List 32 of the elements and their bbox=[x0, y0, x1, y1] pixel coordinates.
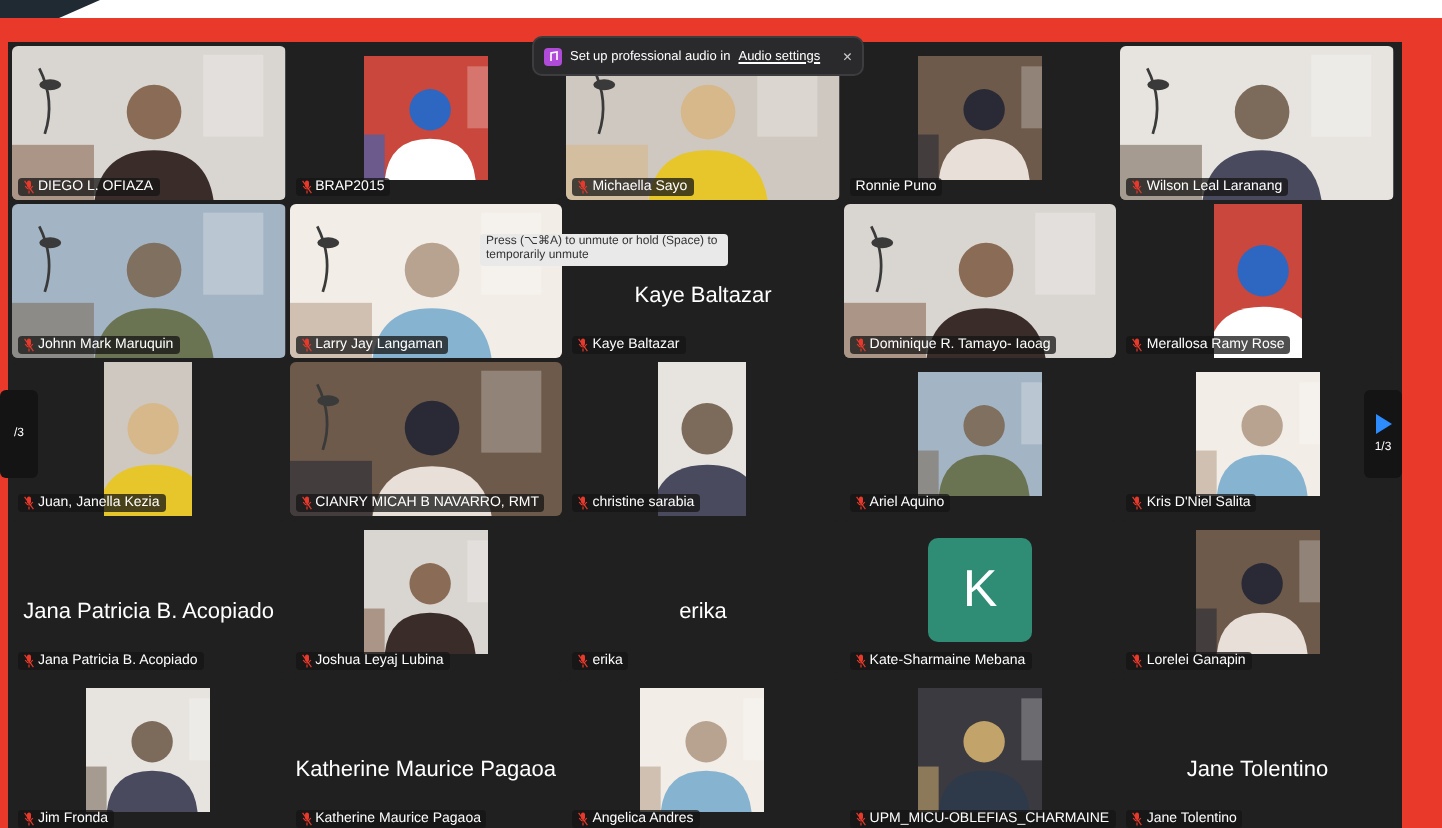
muted-mic-icon bbox=[578, 180, 589, 194]
avatar-initial: K bbox=[928, 537, 1033, 641]
muted-mic-icon bbox=[301, 338, 312, 352]
muted-mic-icon bbox=[24, 654, 34, 668]
muted-mic-icon bbox=[24, 496, 34, 510]
muted-mic-icon bbox=[24, 338, 34, 352]
muted-mic-icon bbox=[855, 338, 866, 352]
muted-mic-icon bbox=[1132, 496, 1143, 510]
participant-name: Jane Tolentino bbox=[1186, 757, 1329, 781]
muted-mic-icon bbox=[855, 812, 866, 826]
muted-mic-icon bbox=[301, 496, 312, 510]
participant-name: Katherine Maurice Pagaoa bbox=[295, 757, 557, 781]
next-arrow-icon bbox=[1375, 414, 1391, 434]
participant-name: Jana Patricia B. Acopiado bbox=[23, 599, 274, 623]
muted-mic-icon bbox=[301, 654, 312, 668]
muted-mic-icon bbox=[855, 496, 866, 510]
muted-mic-icon bbox=[1132, 338, 1143, 352]
muted-mic-icon bbox=[1132, 180, 1143, 194]
muted-mic-icon bbox=[578, 338, 589, 352]
muted-mic-icon bbox=[1132, 812, 1143, 826]
muted-mic-icon bbox=[301, 812, 312, 826]
participant-name: Kaye Baltazar bbox=[634, 283, 772, 307]
muted-mic-icon bbox=[855, 654, 866, 668]
muted-mic-icon bbox=[578, 496, 589, 510]
muted-mic-icon bbox=[301, 180, 312, 194]
muted-mic-icon bbox=[1132, 654, 1143, 668]
muted-mic-icon bbox=[24, 180, 34, 194]
muted-mic-icon bbox=[578, 654, 589, 668]
close-button[interactable]: × bbox=[842, 47, 852, 65]
participant-name: erika bbox=[679, 599, 727, 623]
muted-mic-icon bbox=[24, 812, 34, 826]
muted-mic-icon bbox=[578, 812, 589, 826]
